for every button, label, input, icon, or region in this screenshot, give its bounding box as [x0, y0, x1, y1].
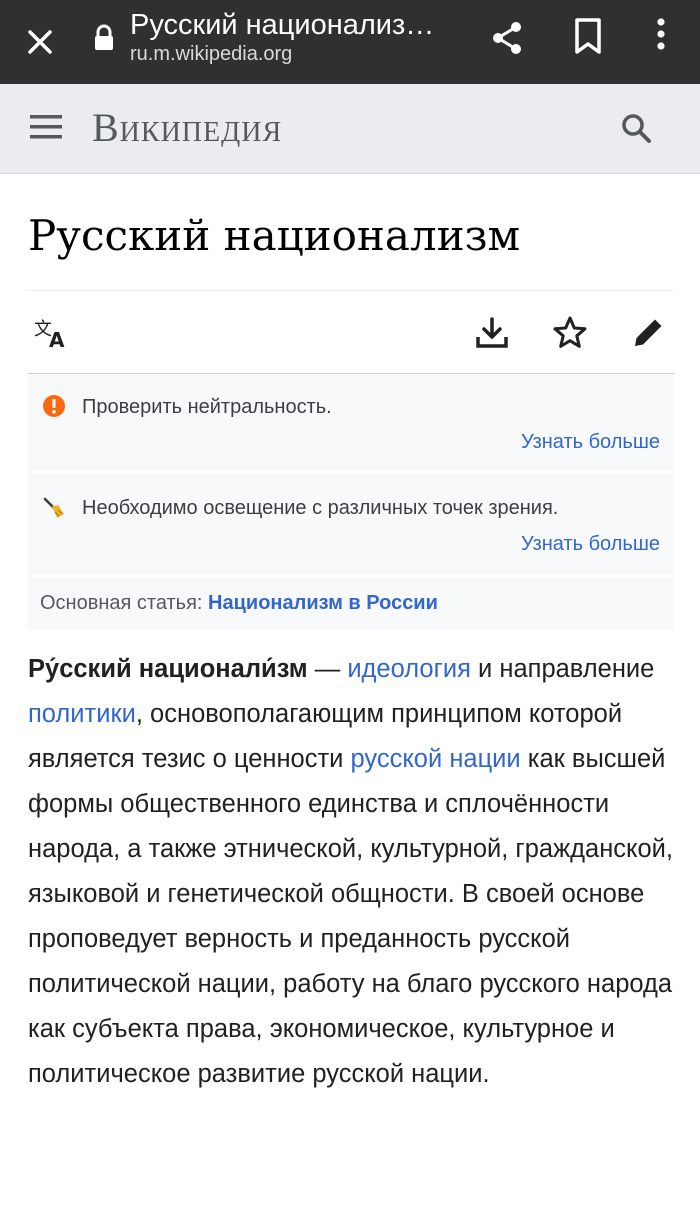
- notice-viewpoints: Необходимо освещение с различных точек з…: [28, 473, 674, 575]
- hatnote: Основная статья: Национализм в России: [28, 577, 674, 630]
- article-term: Ру́сский национали́зм: [28, 655, 308, 683]
- notice-neutrality: Проверить нейтральность. Узнать больше: [28, 374, 674, 471]
- tab-title[interactable]: Русский национализ…: [130, 8, 460, 42]
- page: Русский национализ… ru.m.wikipedia.org В…: [0, 0, 700, 1206]
- download-icon[interactable]: [472, 313, 512, 353]
- link-ideology[interactable]: идеология: [347, 655, 471, 683]
- menu-icon[interactable]: [28, 112, 64, 142]
- wikipedia-logo[interactable]: Википедия: [92, 104, 282, 152]
- paragraph: Ру́сский национали́зм — идеология и напр…: [28, 647, 676, 1097]
- search-icon[interactable]: [618, 110, 654, 146]
- notice-text: Проверить нейтральность.: [82, 396, 332, 418]
- text-segment: и направление: [470, 655, 655, 683]
- notice-text: Необходимо освещение с различных точек з…: [82, 497, 559, 519]
- language-icon[interactable]: 文 A: [32, 313, 72, 353]
- star-icon[interactable]: [550, 313, 590, 353]
- text-segment: как высшей формы общественного единства …: [28, 745, 673, 1088]
- article-body: Ру́сский национали́зм — идеология и напр…: [28, 647, 676, 1097]
- text-segment: —: [307, 655, 348, 683]
- page-actions-toolbar: 文 A: [28, 290, 674, 375]
- learn-more-link[interactable]: Узнать больше: [521, 429, 660, 455]
- bookmark-icon[interactable]: [570, 16, 606, 56]
- lock-icon: [92, 24, 116, 52]
- browser-toolbar: Русский национализ… ru.m.wikipedia.org: [0, 0, 700, 84]
- url-text[interactable]: ru.m.wikipedia.org: [130, 42, 292, 66]
- hatnote-link[interactable]: Национализм в России: [208, 592, 438, 614]
- close-icon[interactable]: [20, 22, 60, 62]
- learn-more-link[interactable]: Узнать больше: [521, 531, 660, 557]
- exclamation-icon: [42, 394, 66, 418]
- broom-icon: [42, 496, 66, 520]
- link-russian-nation[interactable]: русской нации: [351, 745, 521, 773]
- edit-icon[interactable]: [628, 313, 668, 353]
- link-politics[interactable]: политики: [28, 700, 136, 728]
- more-vert-icon[interactable]: [646, 14, 676, 54]
- share-icon[interactable]: [488, 18, 528, 58]
- svg-text:A: A: [49, 328, 65, 352]
- wiki-header: Википедия: [0, 84, 700, 174]
- hatnote-prefix: Основная статья:: [40, 592, 209, 614]
- page-title: Русский национализм: [28, 211, 521, 260]
